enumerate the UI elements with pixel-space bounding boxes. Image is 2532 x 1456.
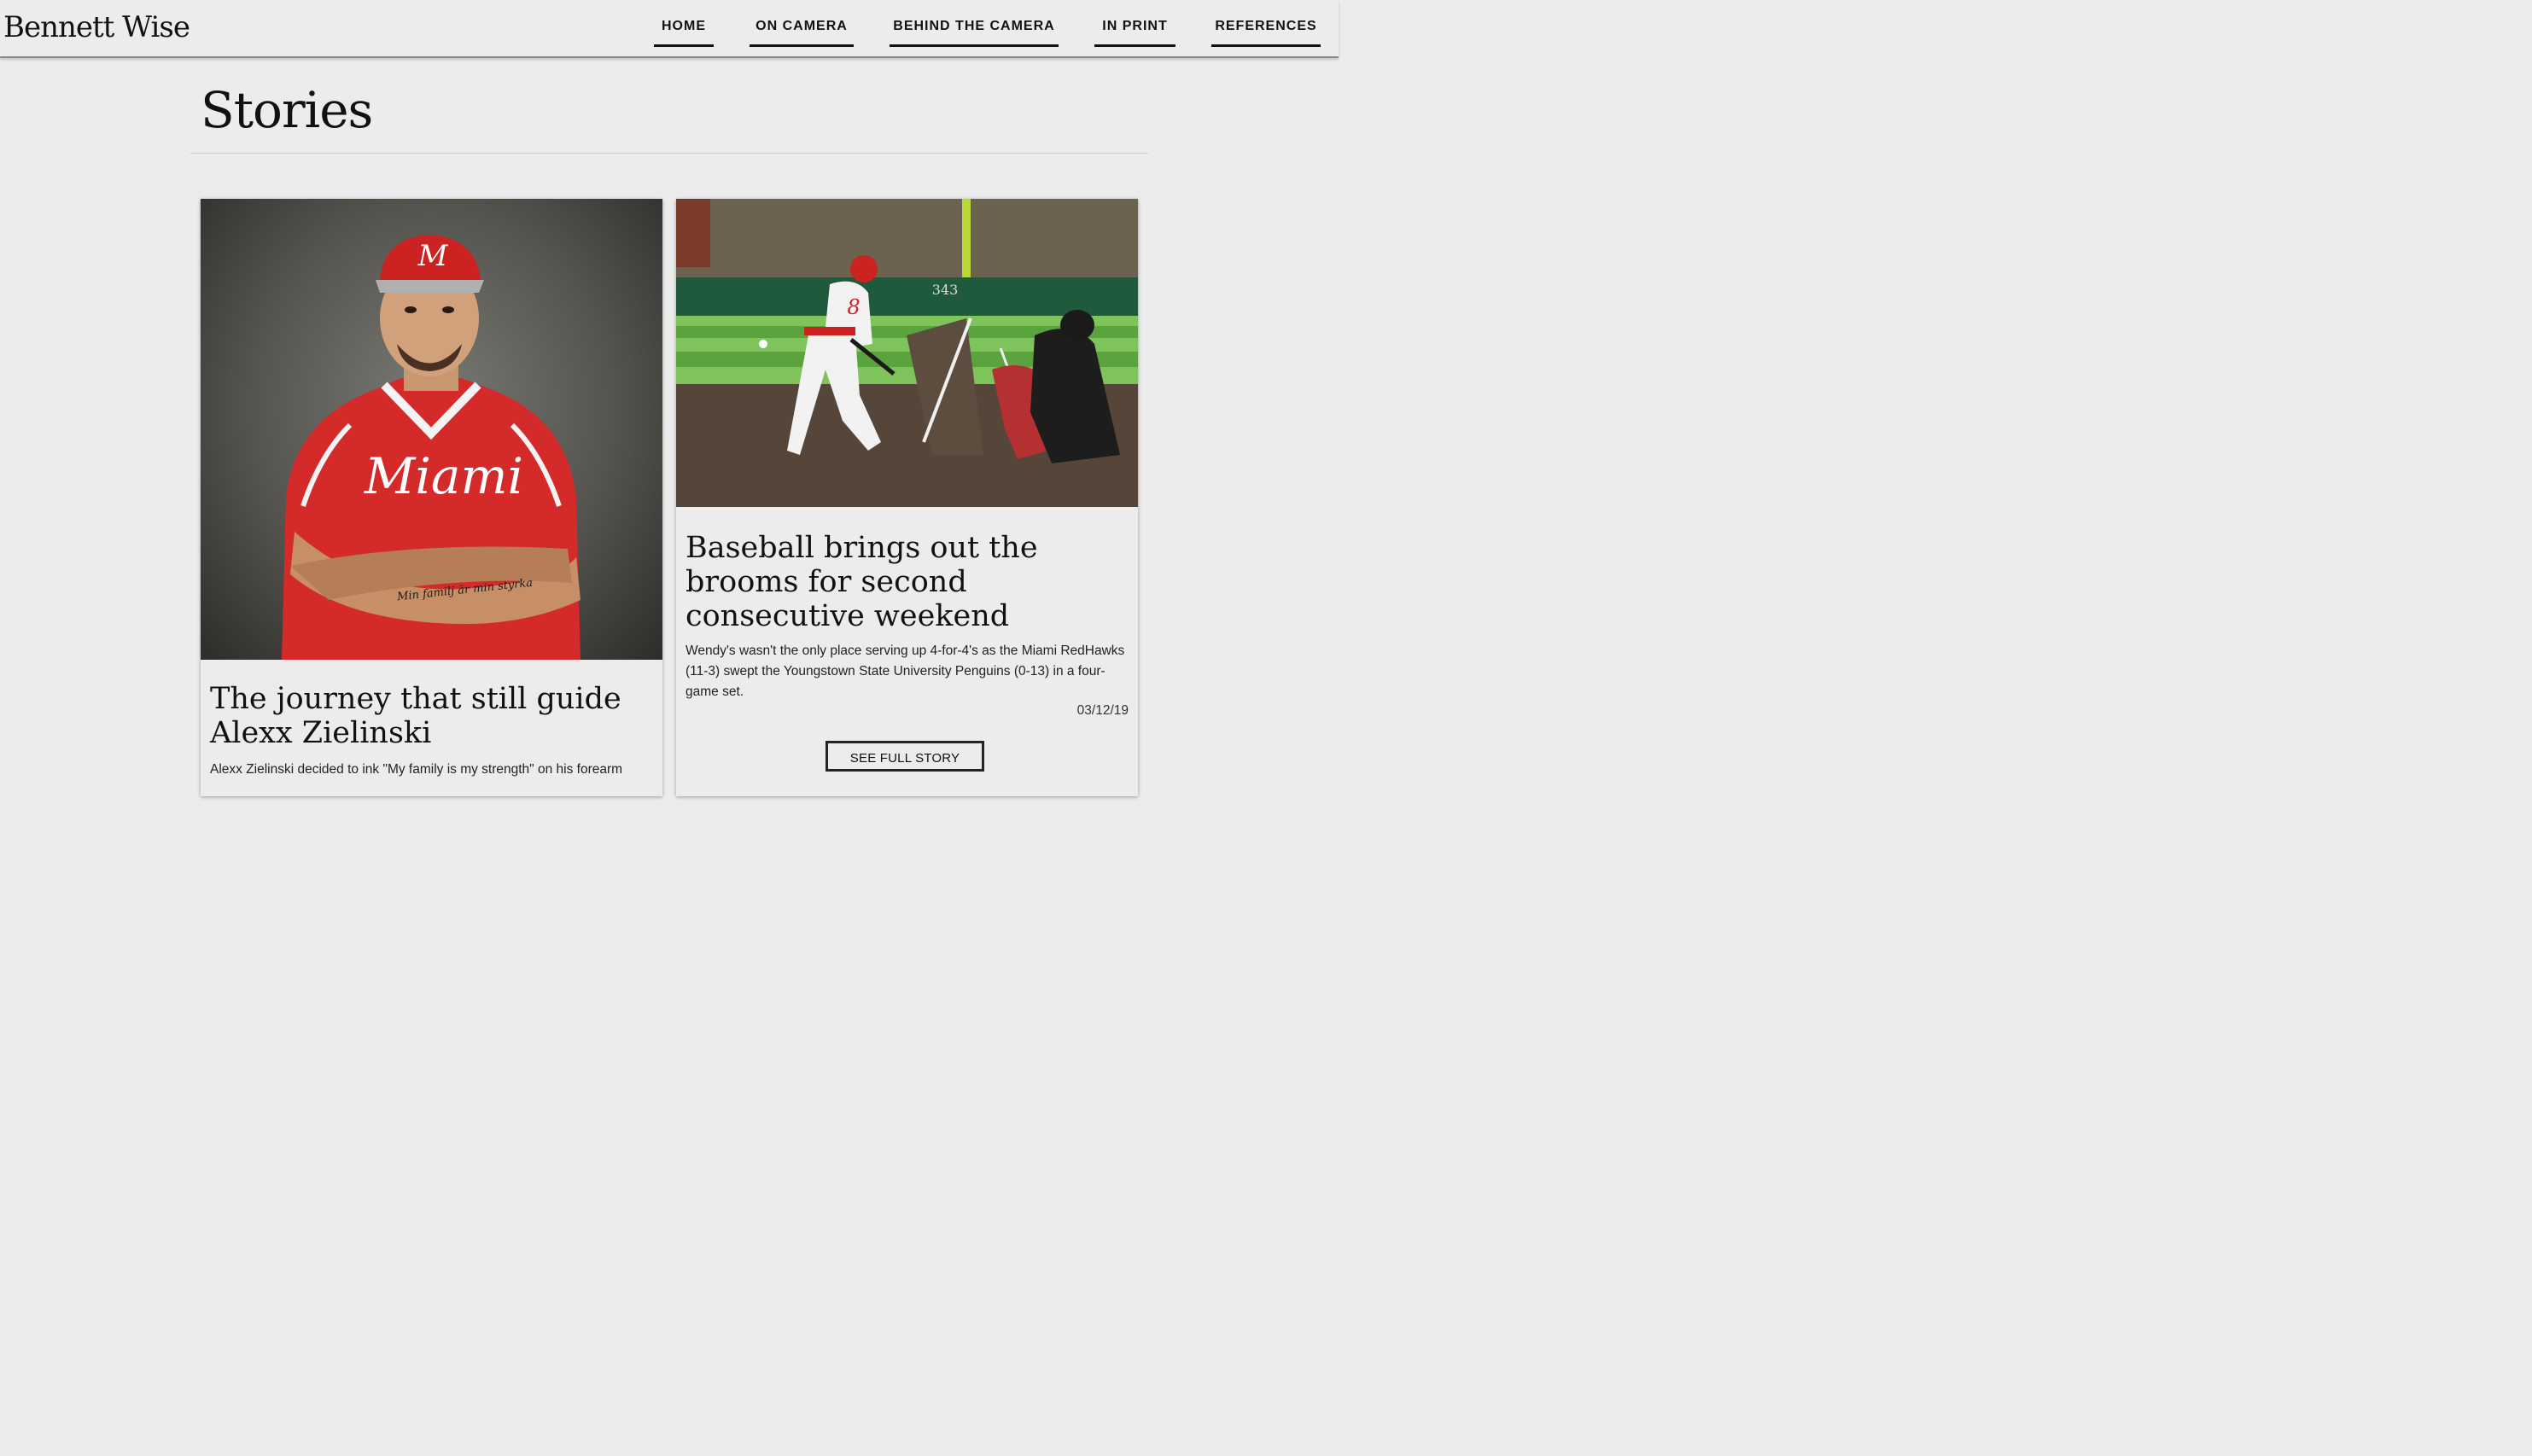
story-summary: Alexx Zielinski decided to ink "My famil… [210, 762, 623, 777]
player-portrait-illustration: M Miami Min familj är min styrka [282, 235, 580, 660]
story-photo-baseball-game[interactable]: 343 8 [676, 199, 1138, 507]
see-full-story-button[interactable]: SEE FULL STORY [826, 741, 984, 772]
cap-logo-text: M [417, 239, 449, 273]
story-card: M Miami Min familj är min styrka The jou… [201, 199, 662, 796]
story-photo-player-portrait[interactable]: M Miami Min familj är min styrka [201, 199, 662, 660]
story-headline[interactable]: Baseball brings out the brooms for secon… [686, 531, 1129, 633]
page-title: Stories [201, 81, 373, 139]
baseball-game-illustration: 343 8 [676, 199, 1138, 507]
title-divider [190, 153, 1148, 154]
story-summary: Wendy's wasn't the only place serving up… [686, 644, 1125, 699]
site-logo[interactable]: Bennett Wise [3, 10, 190, 44]
jersey-text: Miami [364, 447, 523, 505]
batter-jersey-number: 8 [847, 295, 860, 319]
nav-in-print[interactable]: IN PRINT [1094, 19, 1176, 47]
nav-on-camera[interactable]: ON CAMERA [750, 19, 854, 47]
story-headline[interactable]: The journey that still guide Alexx Zieli… [210, 682, 654, 750]
fence-number: 343 [932, 282, 959, 298]
nav-references[interactable]: REFERENCES [1211, 19, 1321, 47]
top-navigation-bar: Bennett Wise HOME ON CAMERA BEHIND THE C… [0, 0, 1339, 58]
nav-home[interactable]: HOME [654, 19, 714, 47]
nav-behind-the-camera[interactable]: BEHIND THE CAMERA [890, 19, 1059, 47]
story-date: 03/12/19 [1076, 703, 1129, 718]
story-card: 343 8 Baseball brings out the brooms for… [676, 199, 1138, 796]
